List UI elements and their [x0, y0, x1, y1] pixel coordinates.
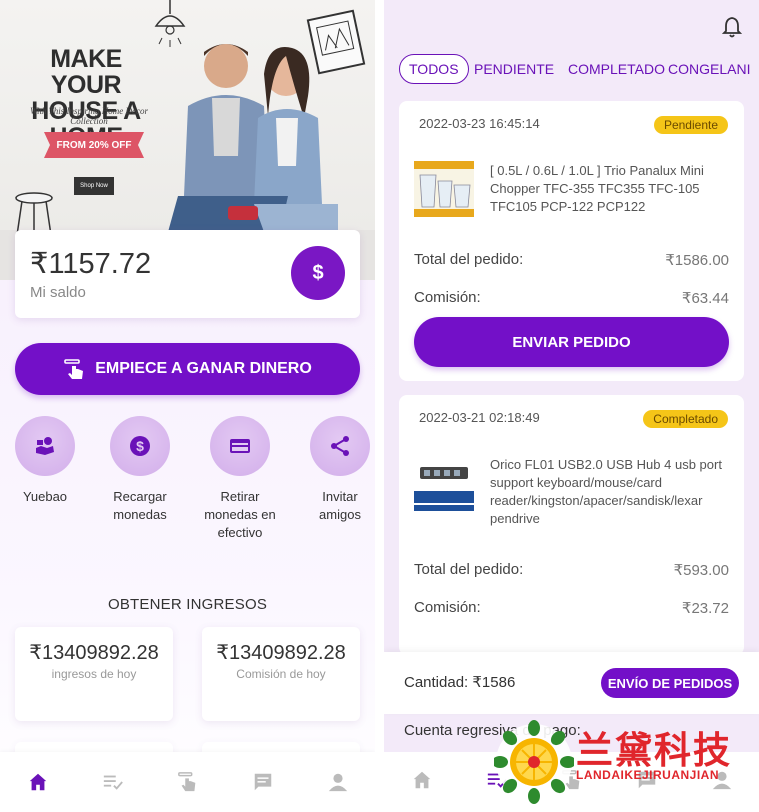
tab-completed[interactable]: COMPLETADO [568, 54, 665, 84]
tab-home[interactable] [13, 762, 63, 802]
quick-action-withdraw[interactable]: Retirar monedas en efectivo [200, 416, 280, 542]
income-today-label: ingresos de hoy [51, 667, 137, 681]
quantity-total: Cantidad: ₹1586 [404, 674, 516, 691]
watermark-chinese: 兰黛科技 [576, 729, 732, 772]
balance-card: ₹1157.72 Mi saldo $ [15, 230, 360, 318]
credit-card-icon [210, 416, 270, 476]
quick-action-recharge[interactable]: $ Recargar monedas [100, 416, 180, 524]
order-card: 2022-03-21 02:18:49 Completado Orico FL0… [399, 395, 744, 655]
tap-hand-icon [63, 357, 87, 381]
quick-action-label: Invitar amigos [319, 489, 361, 522]
product-name: Orico FL01 USB2.0 USB Hub 4 usb port sup… [490, 457, 722, 526]
tab-orders[interactable] [88, 762, 138, 802]
watermark: 兰黛科技 LANDAIKEJIRUANJIAN [494, 716, 759, 812]
order-total-value: ₹593.00 [673, 562, 729, 579]
orders-screen: TODOS PENDIENTE COMPLETADO CONGELANI 202… [384, 0, 759, 812]
tab-messages[interactable] [238, 762, 288, 802]
order-total-row: Total del pedido: ₹1586.00 [414, 251, 729, 269]
income-today-card: ₹13409892.28 ingresos de hoy [15, 627, 173, 721]
commission-label: Comisión: [414, 289, 481, 306]
dollar-icon: $ [312, 261, 324, 284]
commission-today-card: ₹13409892.28 Comisión de hoy [202, 627, 360, 721]
balance-amount: ₹1157.72 [30, 248, 152, 280]
watermark-logo-icon [494, 720, 574, 804]
banner-discount-tag: FROM 20% OFF [44, 132, 144, 158]
order-total-row: Total del pedido: ₹593.00 [414, 561, 729, 579]
product-image [414, 457, 474, 513]
quick-action-invite[interactable]: Invitar amigos [300, 416, 375, 524]
start-earning-label: EMPIECE A GANAR DINERO [95, 360, 312, 377]
quick-action-yuebao[interactable]: Yuebao [5, 416, 85, 506]
tab-profile[interactable] [313, 762, 363, 802]
order-total-label: Total del pedido: [414, 561, 524, 578]
income-today-value: ₹13409892.28 [29, 642, 159, 664]
balance-label: Mi saldo [30, 284, 86, 301]
share-icon [310, 416, 370, 476]
tap-hand-icon [177, 772, 195, 792]
bell-icon[interactable] [722, 16, 742, 38]
quick-action-label: Recargar monedas [113, 489, 167, 522]
quick-action-label: Retirar monedas en efectivo [204, 489, 276, 540]
commission-today-value: ₹13409892.28 [216, 642, 346, 664]
income-section-title: OBTENER INGRESOS [107, 596, 268, 613]
order-total-value: ₹1586.00 [665, 252, 729, 269]
dollar-button[interactable]: $ [291, 246, 345, 300]
commission-row: Comisión: ₹63.44 [414, 289, 729, 307]
home-screen: MAKE YOUR HOUSE A HOME With This Inspiri… [0, 0, 375, 812]
product-image [414, 161, 474, 217]
screen-divider [375, 0, 384, 812]
checkout-bar: Cantidad: ₹1586 ENVÍO DE PEDIDOS [384, 652, 759, 714]
start-earning-button[interactable]: EMPIECE A GANAR DINERO [15, 343, 360, 395]
shop-now-button[interactable]: Shop Now [74, 177, 114, 195]
order-date: 2022-03-23 16:45:14 [419, 116, 540, 131]
order-date: 2022-03-21 02:18:49 [419, 410, 540, 425]
status-badge: Pendiente [653, 116, 728, 134]
home-icon [413, 771, 430, 788]
quick-action-label: Yuebao [22, 489, 68, 504]
status-badge: Completado [643, 410, 728, 428]
user-icon [328, 773, 347, 792]
commission-row: Comisión: ₹23.72 [414, 599, 729, 617]
order-card: 2022-03-23 16:45:14 Pendiente [ 0.5L / 0… [399, 101, 744, 381]
send-order-button[interactable]: ENVIAR PEDIDO [414, 317, 729, 367]
order-filter-tabs: TODOS PENDIENTE COMPLETADO CONGELANI [399, 54, 759, 84]
commission-label: Comisión: [414, 599, 481, 616]
commission-value: ₹23.72 [681, 600, 729, 617]
banner-subtitle: With This Inspiring Home Decor Collectio… [30, 106, 148, 126]
send-orders-button[interactable]: ENVÍO DE PEDIDOS [601, 668, 739, 698]
dollar-coin-icon: $ [110, 416, 170, 476]
commission-value: ₹63.44 [681, 290, 729, 307]
commission-today-label: Comisión de hoy [236, 667, 326, 681]
list-check-icon [103, 775, 123, 790]
couple-photo [168, 44, 338, 232]
tab-pending[interactable]: PENDIENTE [474, 54, 554, 84]
product-name: [ 0.5L / 0.6L / 1.0L ] Trio Panalux Mini… [490, 163, 704, 214]
tab-all[interactable]: TODOS [399, 54, 469, 84]
bottom-nav [0, 752, 375, 812]
tab-home[interactable] [411, 769, 433, 796]
order-total-label: Total del pedido: [414, 251, 524, 268]
svg-text:$: $ [136, 438, 144, 454]
tab-frozen[interactable]: CONGELANI [668, 54, 750, 84]
home-icon [29, 773, 46, 791]
message-icon [254, 773, 271, 791]
hand-coins-icon [15, 416, 75, 476]
watermark-english: LANDAIKEJIRUANJIAN [576, 768, 720, 782]
tab-earn[interactable] [163, 762, 213, 802]
